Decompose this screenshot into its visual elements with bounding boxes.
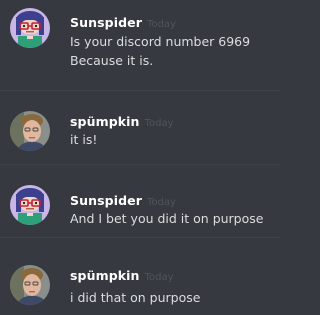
message-text: i did that on purpose <box>70 290 201 305</box>
message-text: it is! <box>70 132 98 147</box>
message-text: Because it is. <box>70 53 154 68</box>
chat-messages: Sunspider Today Is your discord number 69… <box>0 0 280 315</box>
message-group: Sunspider Today Is your discord number 69… <box>0 0 280 90</box>
message-header: spümpkin Today <box>70 265 174 283</box>
message-timestamp: Today <box>144 272 174 283</box>
author-name[interactable]: spümpkin <box>70 268 140 283</box>
spumpkin-avatar[interactable] <box>10 265 50 305</box>
message-group: spümpkin Today it is! <box>0 91 280 164</box>
message-timestamp: Today <box>146 19 176 30</box>
message-header: Sunspider Today <box>70 12 176 30</box>
message-header: Sunspider Today <box>70 190 176 208</box>
message-header: spümpkin Today <box>70 111 174 129</box>
message-group: Sunspider Today And I bet you did it on p… <box>0 165 280 237</box>
spumpkin-avatar[interactable] <box>10 111 50 151</box>
message-text: And I bet you did it on purpose <box>70 211 264 226</box>
message-timestamp: Today <box>144 118 174 129</box>
author-name[interactable]: Sunspider <box>70 15 142 30</box>
author-name[interactable]: spümpkin <box>70 114 140 129</box>
message-group: spümpkin Today i did that on purpose <box>0 238 280 315</box>
author-name[interactable]: Sunspider <box>70 193 142 208</box>
sunspider-avatar[interactable] <box>10 185 50 225</box>
sunspider-avatar[interactable] <box>10 8 50 48</box>
message-timestamp: Today <box>146 197 176 208</box>
message-text: Is your discord number 6969 <box>70 34 251 49</box>
